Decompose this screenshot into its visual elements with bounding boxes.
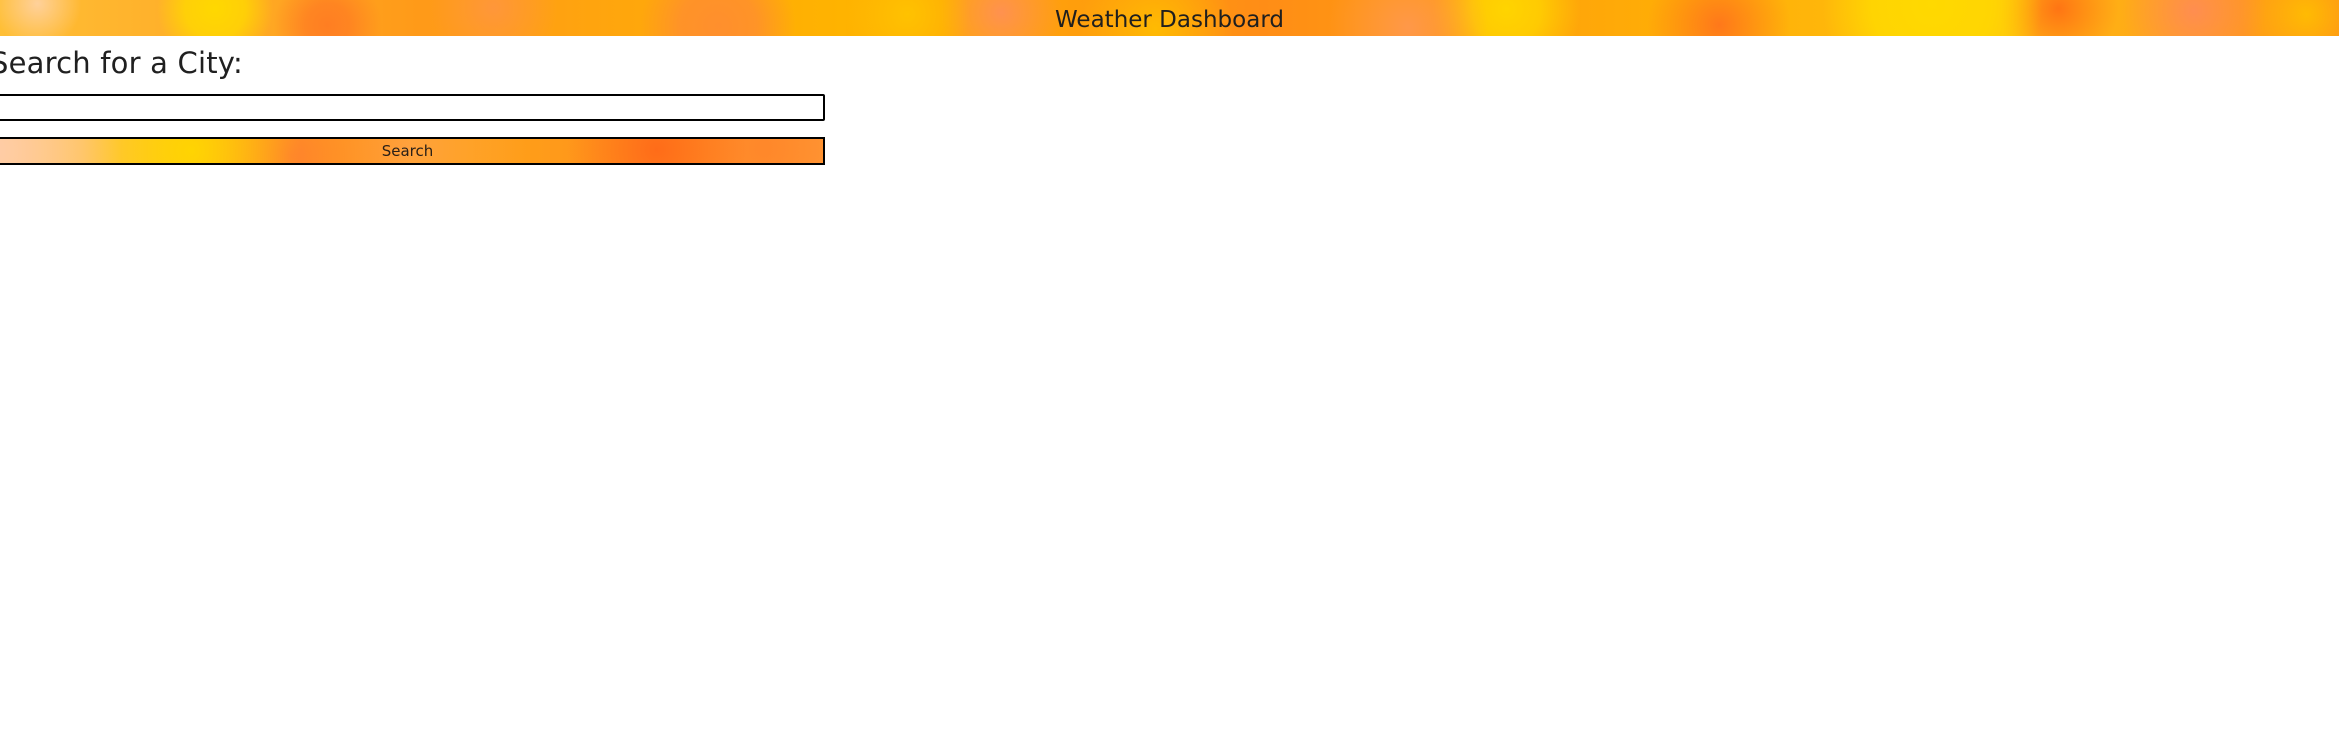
header-banner: Weather Dashboard [0, 0, 2339, 36]
search-button[interactable]: Search [0, 137, 825, 165]
page-title: Weather Dashboard [1055, 7, 1284, 33]
weather-dashboard-page: Weather Dashboard Search for a City: Sea… [0, 0, 2339, 746]
city-search-section: Search for a City: Search [0, 46, 827, 165]
search-heading: Search for a City: [0, 46, 244, 80]
city-search-input[interactable] [0, 94, 825, 121]
